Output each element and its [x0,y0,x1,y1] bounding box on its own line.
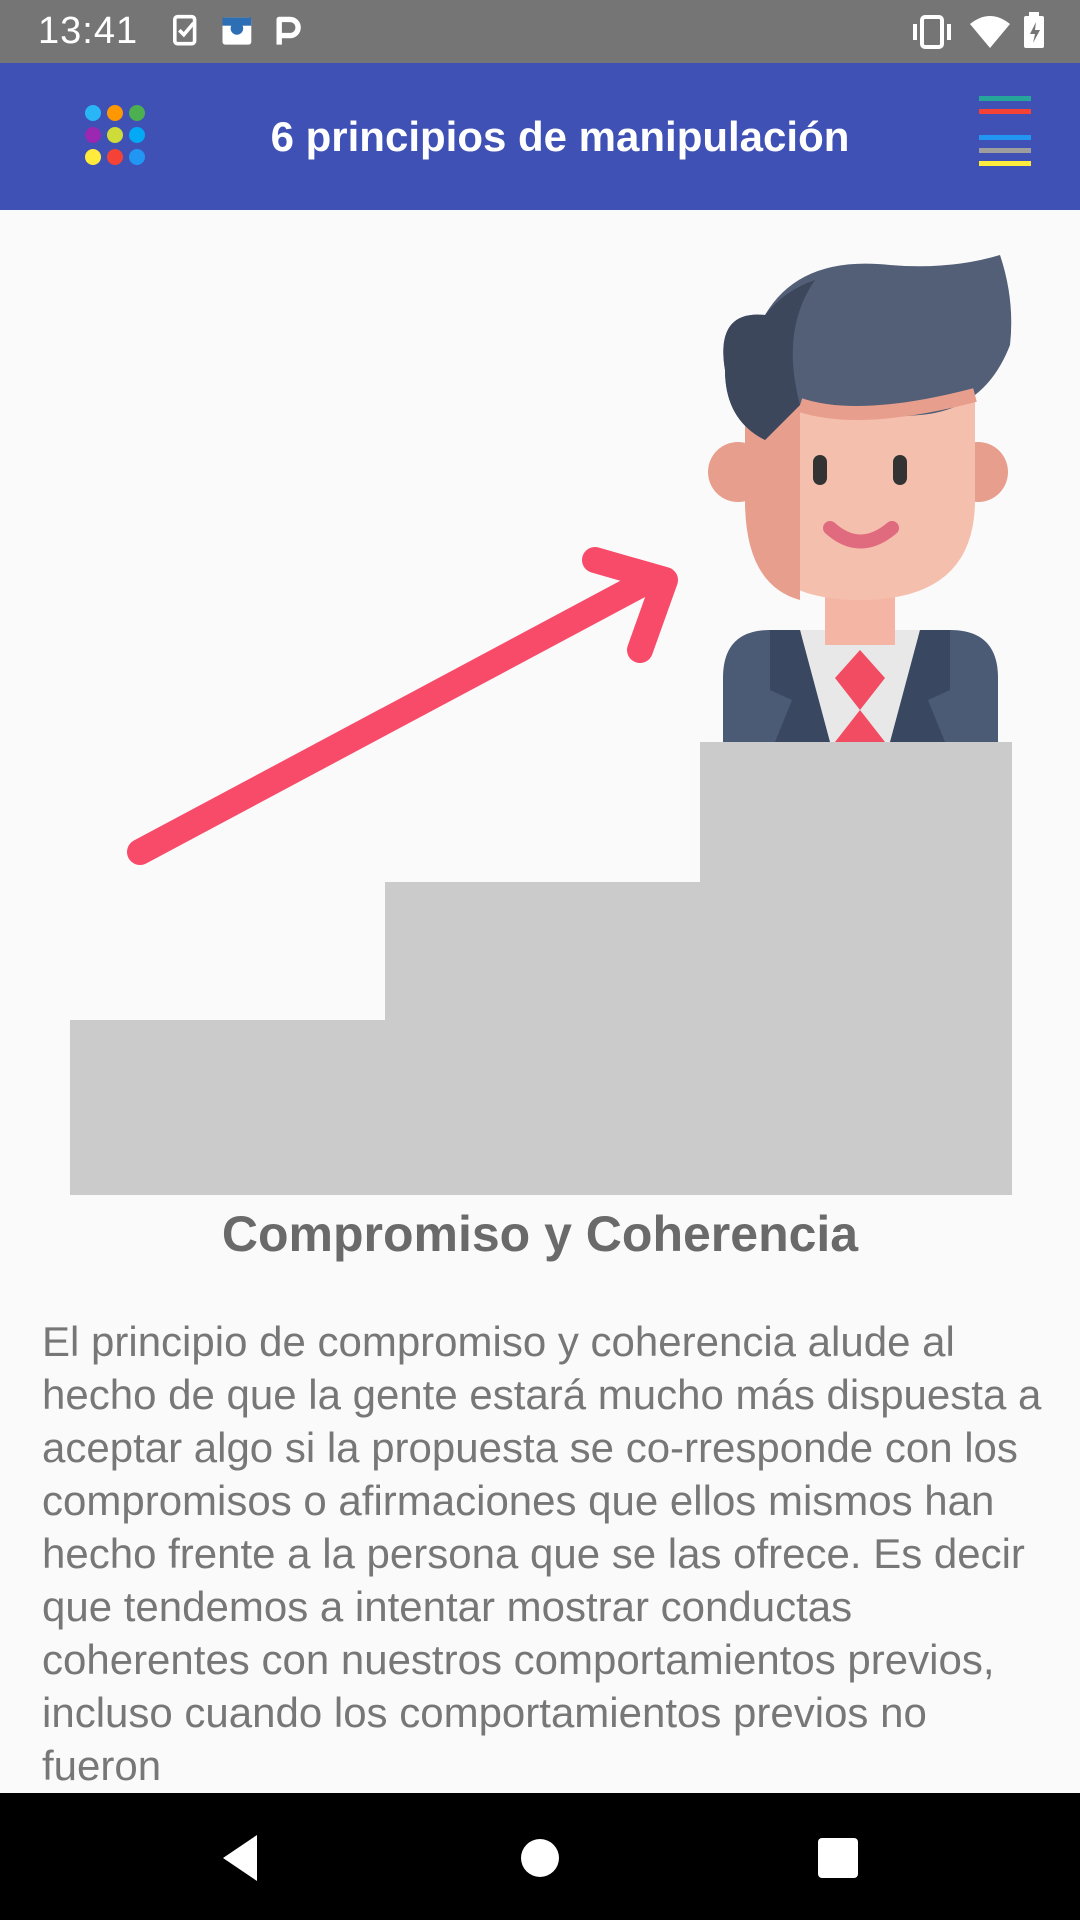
app-title: 6 principios de manipulación [270,113,850,160]
home-icon[interactable] [505,1823,575,1893]
businessman-on-stairs-illustration [70,255,1012,1195]
status-right-icons [913,12,1044,49]
battery-charging-icon [1024,12,1044,48]
navigation-bar [0,1793,1080,1920]
wifi-icon [970,16,1010,48]
colored-bars-menu-icon[interactable] [975,96,1035,176]
recents-icon[interactable] [803,1823,873,1893]
businessman-figure [708,255,1012,742]
app-bar: 6 principios de manipulación [0,63,1080,210]
back-icon[interactable] [205,1823,275,1893]
principle-description: El principio de compromiso y coherencia … [42,1318,1042,1789]
status-bar: 13:41 [0,0,1080,63]
task-check-icon [173,14,197,46]
arrow-up-icon [127,547,678,865]
calendar-app-icon [222,17,252,45]
status-left-icons [173,14,301,46]
p-app-icon [276,16,301,45]
status-time: 13:41 [38,10,139,52]
principle-heading: Compromiso y Coherencia [221,1206,859,1262]
vibrate-icon [913,15,951,49]
